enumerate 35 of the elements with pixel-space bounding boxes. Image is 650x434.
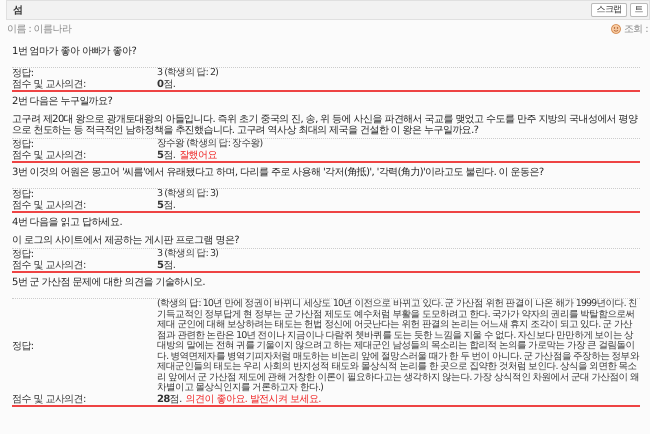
teacher-comment: 잘했어요 [179,150,217,161]
score-text: 28점. [157,394,182,404]
answer-text: 장수왕 (학생의 답: 장수왕) [157,139,264,150]
question-title: 4번 다음을 읽고 답하세요. [12,216,124,228]
answer-text: 3 (학생의 답: 3) [157,189,219,200]
toolbar-button[interactable]: 트 [630,3,648,17]
score-label: 점수 및 교사의견: [12,150,87,161]
toolbar-button[interactable]: 스크랩 [591,3,627,17]
answer-label: 정답: [12,139,35,150]
score-label: 점수 및 교사의견: [12,394,87,404]
post-title: 섬 [13,4,22,16]
score-label: 점수 및 교사의견: [12,79,87,90]
answer-text: 3 (학생의 답: 3) [157,249,219,260]
question-title: 2번 다음은 누구일까요? [12,95,114,107]
question-title: 1번 엄마가 좋아 아빠가 좋아? [12,45,138,57]
smiley-icon [610,24,621,34]
answer-label: 정답: [12,68,35,79]
answer-text: 3 (학생의 답: 2) [157,68,219,79]
score-label: 점수 및 교사의견: [12,200,87,211]
question-title: 3번 이것의 어원은 몽고어 '씨름'에서 유래됐다고 하며, 다리를 주로 사용해 '각저(角抵)', '각력(角力)'이라고도 불린다. 이 운동은? [12,166,545,178]
question-title: 5번 군 가산점 문제에 대한 의견을 기술하시오. [12,276,206,288]
question-body: 고구려 제20대 왕으로 광개토대왕의 아들입니다. 즉위 초기 중국의 진, 송, 위 등에 사신을 파견해서 국교를 맺었고 수도를 만주 지방의 국내성에서 평양으로 천도하는 등 적극적인 남하정책을 추진했습니다. 고구려 역사상 최대의 제국을 건설한 이 왕은 누구일까요.? [12,114,639,136]
answer-text: (학생의 답: 10년 만에 정권이 바뀌니 세상도 10년 이전으로 바뀌고 있다. 군 가산점 위헌 판결이 나온 해가 1999년이다. 친기득교적인 정부답게 현 정부는 군 가산점 제도도 예수처럼 부활을 도모하려고 한다. 국가가 약자의 권리를 박탈함으로써 제대 군인에 대해 보상하려는 태도는 헌법 정신에 어긋난다는 위헌 판결의 논리는 어느새 휴지 조각이 되고 있다. 군 가산점과 관련한 논란은 10년 전이나 지금이나 다람쥐 쳇바퀴를 도는 듯한 느낌을 지울 수 없다. 자신보다 만만하게 보이는 상대방의 말에는 전혀 귀를 기울이지 않으려고 하는 제대군인 남성들의 목소리는 합리적 논의를 가로막는 가장 큰 걸림돌이다. 병역면제자를 병역기피자처럼 매도하는 비논리 앞에 절망스러울 때가 한 두 번이 아니다. 군 가산점을 주장하는 정부와 제대군인들의 태도는 우리 사회의 반지성적 태도와 몰상식적 논리를 한 곳으로 집약한 것처럼 보인다. 상식을 외면한 목소리 앞에서 군 가산점 제도에 관해 거창한 이론이 필요하다고는 생각하지 않는다. 가장 상식적인 차원에서 군대 가산점이 왜 차별이고 몰상식인지를 거론하고자 한다.) [157,299,640,394]
score-label: 점수 및 교사의견: [12,260,87,271]
author-name: 이름 : 이름나라 [7,24,72,34]
answer-label: 정답: [12,249,35,260]
score-text: 5점. [157,260,176,271]
answer-label: 정답: [12,340,35,352]
answer-label: 정답: [12,189,35,200]
teacher-comment: 의견이 좋아요. 발전시켜 보세요. [186,394,321,404]
score-text: 5점. [157,150,176,161]
question-body: 이 로그의 사이트에서 제공하는 게시판 프로그램 명은? [12,235,240,246]
score-text: 0점. [157,79,176,90]
score-text: 5점. [157,200,176,211]
view-count: 조회 : [624,24,648,34]
